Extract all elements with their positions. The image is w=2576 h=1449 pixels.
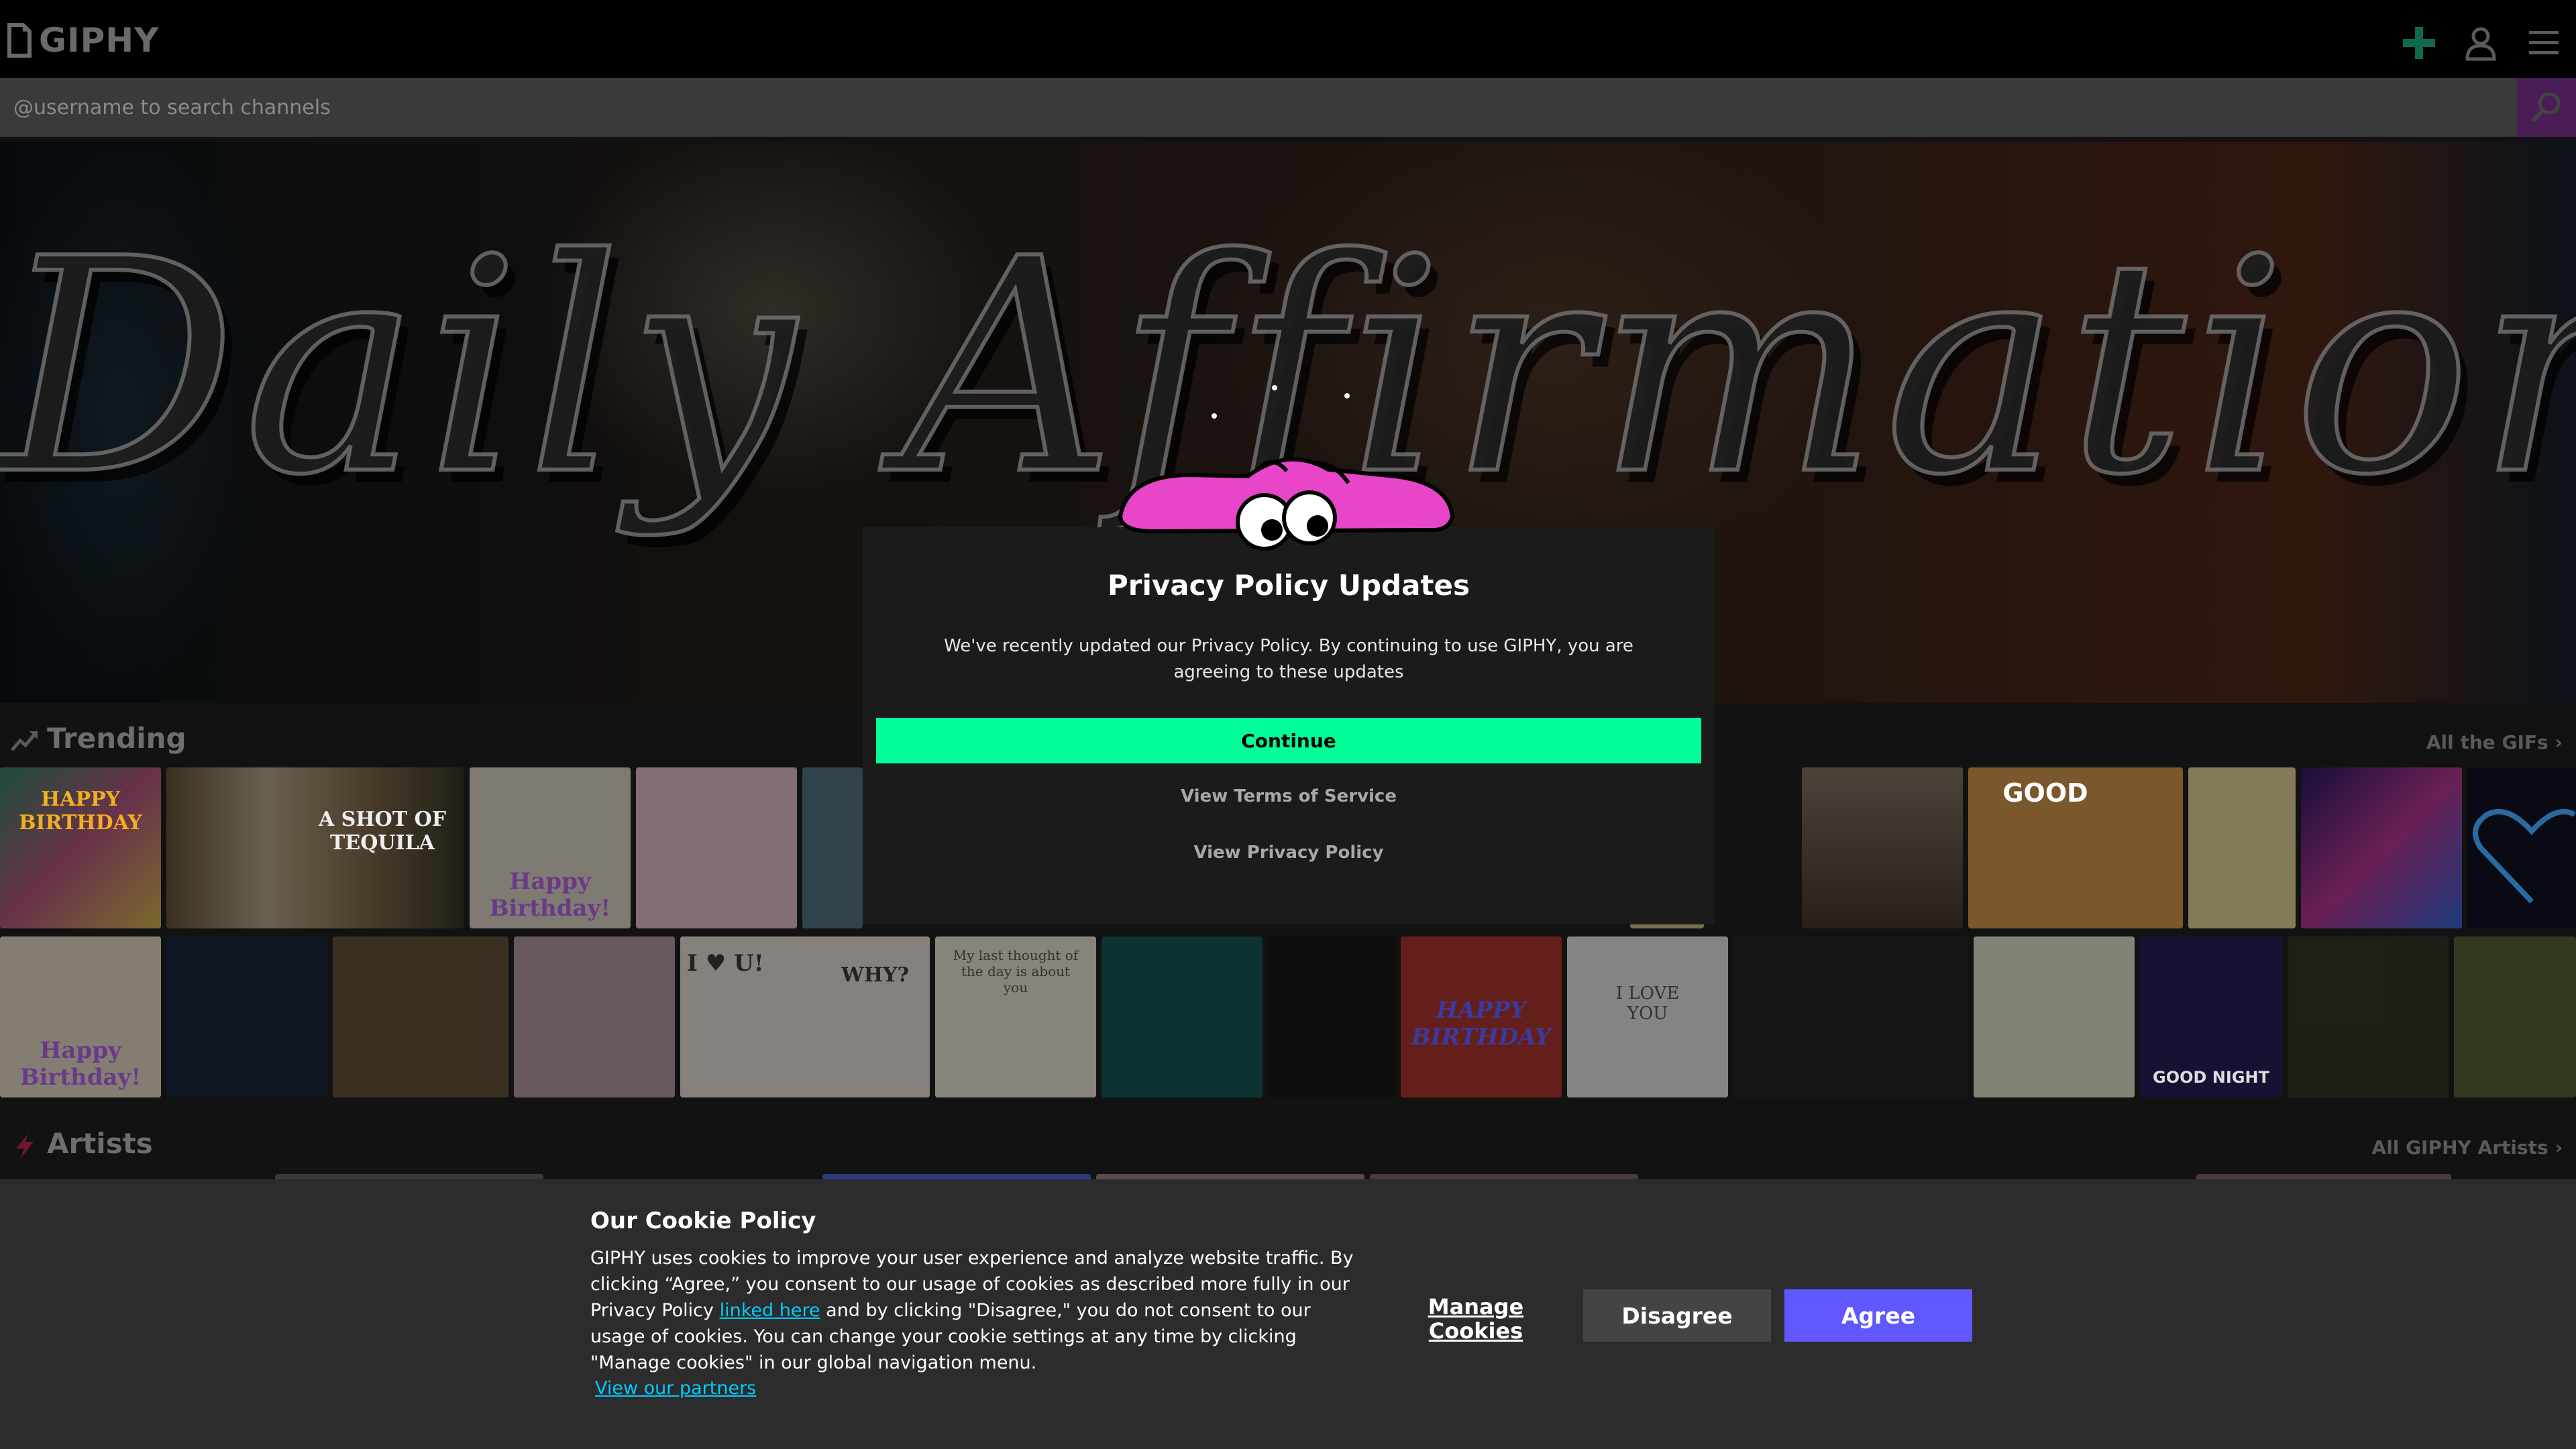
trending-title: Trending [47, 722, 186, 755]
gif-tile[interactable] [1802, 767, 1963, 928]
giphy-logo[interactable]: GIPHY [7, 20, 159, 60]
search-input[interactable] [0, 78, 2517, 137]
gif-caption: A SHOT OF TEQUILA [318, 808, 447, 855]
artists-header: Artists All GIPHY Artists › [0, 1122, 2576, 1169]
cookie-banner: Our Cookie Policy GIPHY uses cookies to … [0, 1179, 2576, 1449]
modal-title: Privacy Policy Updates [1108, 569, 1470, 602]
giphy-logo-icon [7, 23, 32, 58]
gif-tile[interactable] [514, 936, 675, 1097]
gif-caption: GOOD [2002, 778, 2088, 808]
disagree-button[interactable]: Disagree [1583, 1289, 1771, 1342]
logo-text: GIPHY [39, 21, 160, 60]
gif-tile[interactable]: Happy Birthday! [0, 936, 161, 1097]
terms-of-service-link[interactable]: View Terms of Service [863, 786, 1715, 806]
all-gifs-link-label: All the GIFs [2426, 731, 2548, 753]
all-artists-link[interactable]: All GIPHY Artists › [2372, 1136, 2563, 1159]
search-button[interactable] [2517, 78, 2576, 137]
agree-button[interactable]: Agree [1784, 1289, 1972, 1342]
gif-tile[interactable]: Happy Birthday! [470, 767, 631, 928]
user-icon[interactable] [2462, 24, 2500, 62]
gif-tile[interactable]: I ♥ U! WHY? [680, 936, 930, 1097]
view-partners-link[interactable]: View our partners [595, 1378, 756, 1399]
gif-caption: Happy Birthday! [19, 1037, 142, 1091]
gif-caption: Happy Birthday! [489, 868, 611, 922]
cookie-body: GIPHY uses cookies to improve your user … [590, 1245, 1355, 1376]
gif-tile[interactable]: My last thought of the day is about you [935, 936, 1096, 1097]
gif-tile[interactable]: HAPPY BIRTHDAY [1401, 936, 1562, 1097]
gif-tile[interactable] [1733, 936, 1968, 1097]
gif-tile[interactable] [1974, 936, 2135, 1097]
top-header: GIPHY [0, 0, 2576, 78]
artists-title: Artists [47, 1127, 153, 1160]
giphy-page: GIPHY Daily Affirmations [0, 0, 2576, 1449]
gif-tile[interactable]: HAPPY BIRTHDAY [0, 767, 161, 928]
gif-tile[interactable] [2454, 936, 2576, 1097]
gif-tile[interactable] [1102, 936, 1263, 1097]
trending-arrow-icon [11, 731, 38, 751]
gif-caption: WHY? [841, 963, 910, 987]
gif-tile[interactable] [2301, 767, 2462, 928]
privacy-policy-link[interactable]: View Privacy Policy [863, 843, 1715, 863]
gif-caption: GOOD NIGHT [2153, 1068, 2269, 1087]
gif-tile[interactable]: GOOD [1968, 767, 2183, 928]
gif-tile[interactable] [636, 767, 797, 928]
all-artists-link-label: All GIPHY Artists [2371, 1136, 2548, 1159]
gif-tile[interactable] [2188, 767, 2296, 928]
gif-tile[interactable] [2288, 936, 2449, 1097]
gif-tile[interactable]: GOOD NIGHT [2140, 936, 2282, 1097]
peeking-mascot-icon [1118, 385, 1455, 551]
gif-caption: I ♥ U! [687, 950, 764, 977]
gif-caption: HAPPY BIRTHDAY [19, 788, 142, 835]
manage-cookies-button[interactable]: Manage Cookies [1422, 1295, 1529, 1343]
gif-tile[interactable]: I LOVE YOU [1567, 936, 1728, 1097]
hamburger-menu-icon[interactable] [2525, 24, 2563, 62]
cookie-title: Our Cookie Policy [590, 1208, 816, 1234]
gif-tile[interactable] [2467, 767, 2576, 928]
plus-icon[interactable] [2400, 24, 2438, 62]
gif-tile[interactable] [166, 936, 327, 1097]
gif-caption: My last thought of the day is about you [953, 947, 1079, 996]
continue-button[interactable]: Continue [876, 718, 1701, 763]
privacy-policy-modal: Privacy Policy Updates We've recently up… [863, 527, 1715, 924]
modal-body: We've recently updated our Privacy Polic… [944, 636, 1633, 682]
trending-row-2: Happy Birthday! I ♥ U! WHY? My last thou… [0, 936, 2576, 1097]
search-icon [2531, 92, 2561, 123]
gif-caption: HAPPY BIRTHDAY [1411, 997, 1552, 1051]
gif-tile[interactable] [802, 767, 863, 928]
heart-icon [2473, 808, 2576, 904]
gif-tile[interactable]: A SHOT OF TEQUILA [166, 767, 464, 928]
privacy-policy-inline-link[interactable]: linked here [720, 1300, 820, 1321]
all-gifs-link[interactable]: All the GIFs › [2426, 731, 2563, 753]
search-bar [0, 78, 2576, 137]
gif-caption: I LOVE YOU [1615, 983, 1680, 1024]
gif-tile[interactable] [1268, 936, 1395, 1097]
lightning-icon [16, 1134, 34, 1159]
gif-tile[interactable] [333, 936, 508, 1097]
